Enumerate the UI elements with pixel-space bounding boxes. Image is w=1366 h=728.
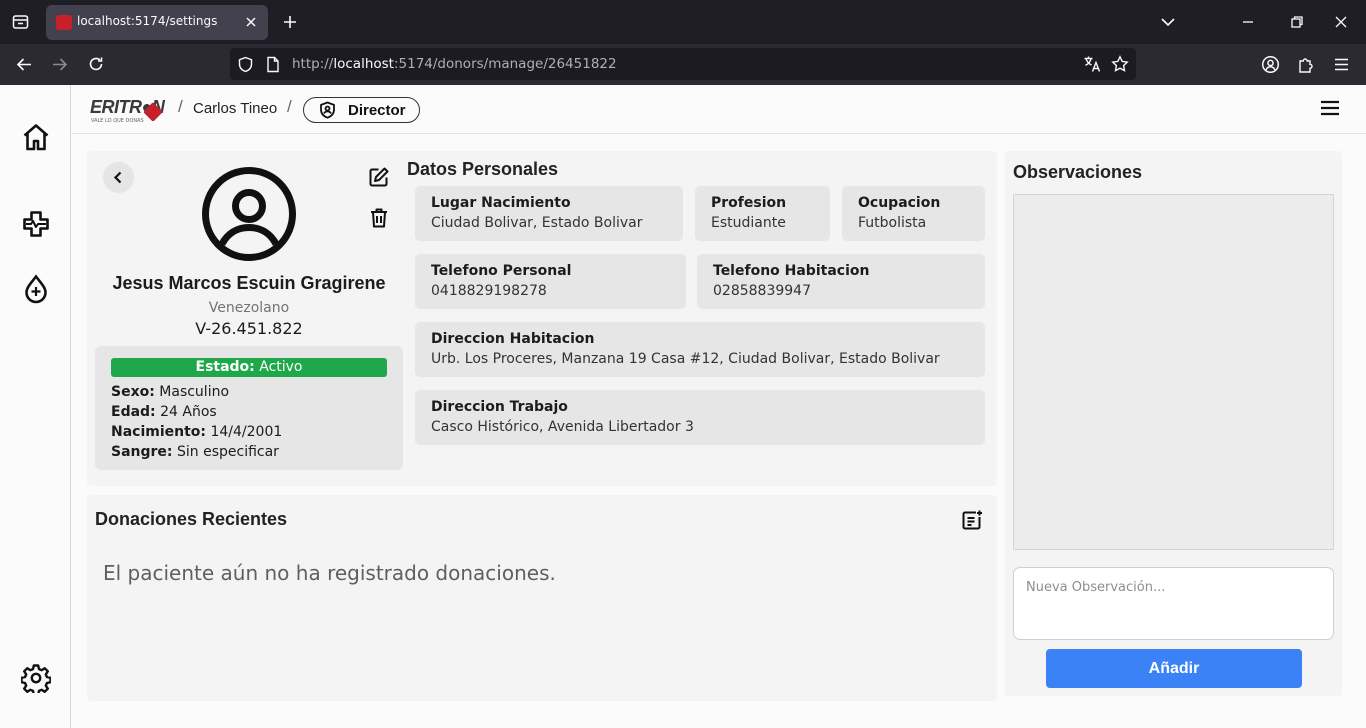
field-profession: Profesion Estudiante — [695, 186, 830, 241]
bookmark-star-icon[interactable] — [1111, 55, 1129, 73]
role-badge: Director — [303, 97, 420, 123]
donor-profile-panel: Jesus Marcos Escuin Gragirene Venezolano… — [87, 151, 997, 486]
back-button[interactable] — [103, 162, 134, 193]
recent-donations-title: Donaciones Recientes — [95, 509, 288, 529]
window-close-icon[interactable] — [1333, 13, 1349, 31]
tab-title: localhost:5174/settings — [77, 14, 218, 28]
extensions-icon[interactable] — [1297, 55, 1315, 74]
status-badge: Estado: Activo — [111, 358, 387, 377]
trash-icon[interactable] — [369, 207, 389, 229]
donor-summary-card: Estado: Activo Sexo: Masculino Edad: 24 … — [95, 346, 403, 470]
add-observation-button[interactable]: Añadir — [1046, 649, 1302, 688]
window-restore-icon[interactable] — [1290, 14, 1304, 30]
page-info-icon[interactable] — [266, 56, 280, 73]
stat-sex: Sexo: Masculino — [111, 384, 230, 400]
avatar-user-circle-icon — [201, 166, 297, 262]
account-icon[interactable] — [1261, 55, 1280, 74]
observations-panel: Observaciones Añadir — [1005, 151, 1342, 696]
back-chevron-icon — [113, 171, 122, 184]
browser-tab-active[interactable]: localhost:5174/settings — [46, 5, 268, 40]
shield-tracking-icon[interactable] — [237, 56, 254, 73]
settings-gear-icon[interactable] — [21, 663, 51, 693]
stat-age: Edad: 24 Años — [111, 404, 217, 420]
donor-name: Jesus Marcos Escuin Gragirene — [112, 273, 386, 293]
add-note-icon[interactable] — [961, 509, 983, 531]
translate-icon[interactable] — [1083, 55, 1101, 73]
breadcrumb-user[interactable]: Carlos Tineo — [193, 100, 277, 117]
field-birthplace: Lugar Nacimiento Ciudad Bolivar, Estado … — [415, 186, 683, 241]
observations-list[interactable] — [1013, 194, 1334, 550]
hamburger-menu-icon[interactable] — [1320, 100, 1340, 116]
tab-close-icon[interactable] — [242, 13, 260, 31]
stat-birthdate: Nacimiento: 14/4/2001 — [111, 424, 283, 440]
browser-tab-bar: localhost:5174/settings — [0, 0, 1366, 44]
shield-user-icon — [318, 101, 337, 120]
window-minimize-icon[interactable] — [1241, 14, 1255, 30]
medical-cross-icon[interactable] — [21, 209, 51, 239]
app-sidebar — [0, 85, 71, 728]
stat-blood-type: Sangre: Sin especificar — [111, 444, 279, 460]
tab-list-chevron-icon[interactable] — [1159, 14, 1177, 30]
role-label: Director — [348, 102, 406, 119]
observations-title: Observaciones — [1013, 162, 1143, 182]
field-personal-phone: Telefono Personal 0418829198278 — [415, 254, 686, 309]
back-arrow-icon[interactable] — [15, 56, 33, 73]
donor-nationality: Venezolano — [208, 300, 290, 316]
field-occupation: Ocupacion Futbolista — [842, 186, 985, 241]
browser-nav-bar: http://localhost:5174/donors/manage/2645… — [0, 44, 1366, 85]
edit-icon[interactable] — [368, 166, 390, 188]
breadcrumb-separator: / — [178, 97, 183, 116]
site-favicon-icon — [56, 15, 72, 30]
blood-drop-add-icon[interactable] — [21, 273, 51, 305]
breadcrumb-separator: / — [287, 97, 292, 116]
recent-donations-panel: Donaciones Recientes El paciente aún no … — [87, 495, 997, 701]
eritron-logo[interactable]: ERITR●N VALE LO QUE DONAS — [90, 97, 172, 125]
field-home-phone: Telefono Habitacion 02858839947 — [697, 254, 985, 309]
new-tab-icon[interactable] — [281, 13, 299, 31]
empty-donations-message: El paciente aún no ha registrado donacio… — [103, 561, 556, 585]
address-bar[interactable]: http://localhost:5174/donors/manage/2645… — [230, 48, 1136, 80]
field-home-address: Direccion Habitacion Urb. Los Proceres, … — [415, 322, 985, 377]
url-text[interactable]: http://localhost:5174/donors/manage/2645… — [292, 56, 617, 72]
field-work-address: Direccion Trabajo Casco Histórico, Aveni… — [415, 390, 985, 445]
home-icon[interactable] — [21, 122, 51, 152]
forward-arrow-icon[interactable] — [51, 56, 69, 73]
reload-icon[interactable] — [87, 55, 105, 73]
new-observation-input[interactable] — [1013, 567, 1334, 640]
donor-id-number: V-26.451.822 — [195, 319, 303, 338]
personal-data-title: Datos Personales — [407, 159, 559, 179]
tab-overview-icon[interactable] — [12, 14, 29, 30]
browser-menu-icon[interactable] — [1333, 56, 1350, 73]
app-header: ERITR●N VALE LO QUE DONAS / Carlos Tineo… — [71, 85, 1366, 134]
